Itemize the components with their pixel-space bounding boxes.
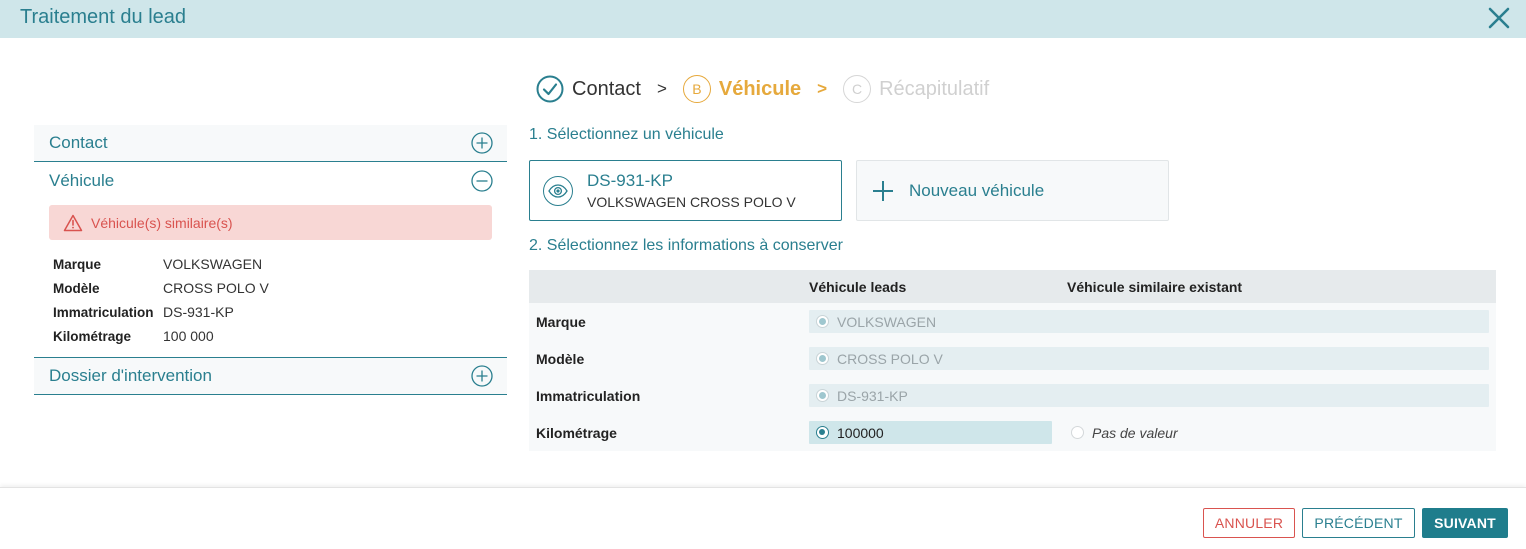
warning-icon — [63, 214, 83, 231]
info-label: Modèle — [53, 280, 100, 296]
step-label: Véhicule — [718, 77, 802, 100]
lead-option-immatriculation: DS-931-KP — [809, 384, 1489, 407]
row-label: Modèle — [536, 350, 585, 367]
alert-text: Véhicule(s) similaire(s) — [91, 214, 233, 231]
accordion-contact[interactable]: Contact — [34, 125, 507, 162]
step-separator: > — [656, 79, 667, 98]
step-letter: B — [682, 75, 711, 103]
cancel-button[interactable]: ANNULER — [1203, 508, 1295, 538]
info-row: Immatriculation DS-931-KP — [49, 300, 492, 324]
row-label: Marque — [536, 313, 586, 330]
minus-circle-icon[interactable] — [471, 169, 493, 192]
vehicle-plate: DS-931-KP — [587, 171, 673, 190]
existing-option-kilometrage[interactable]: Pas de valeur — [1071, 425, 1178, 441]
plus-circle-icon[interactable] — [471, 365, 493, 387]
new-vehicle-button[interactable]: Nouveau véhicule — [856, 160, 1169, 221]
plus-icon — [873, 180, 893, 201]
selected-vehicle-card[interactable]: DS-931-KP VOLKSWAGEN CROSS POLO V — [529, 160, 842, 221]
new-vehicle-label: Nouveau véhicule — [909, 180, 1045, 200]
table-header: Véhicule leads Véhicule similaire exista… — [529, 270, 1496, 303]
radio-selected-icon[interactable] — [816, 426, 829, 439]
column-header: Véhicule leads — [809, 278, 907, 295]
check-circle-icon — [536, 75, 564, 103]
option-value: VOLKSWAGEN — [837, 313, 937, 330]
previous-button[interactable]: PRÉCÉDENT — [1302, 508, 1415, 538]
radio-icon — [816, 315, 829, 328]
step2-title: 2. Sélectionnez les informations à conse… — [529, 237, 843, 254]
stepper: Contact > B Véhicule > C Récapitulatif — [536, 74, 989, 104]
table-row: Modèle CROSS POLO V — [529, 340, 1496, 377]
option-value: Pas de valeur — [1092, 424, 1178, 441]
accordion-vehicule[interactable]: Véhicule — [34, 162, 507, 199]
step-contact[interactable]: Contact — [536, 75, 641, 103]
eye-icon[interactable] — [543, 175, 573, 206]
info-row: Kilométrage 100 000 — [49, 324, 492, 348]
row-label: Kilométrage — [536, 424, 617, 441]
similar-vehicle-alert: Véhicule(s) similaire(s) — [49, 205, 492, 240]
info-value: 100 000 — [163, 328, 214, 344]
plus-circle-icon[interactable] — [471, 132, 493, 154]
row-label: Immatriculation — [536, 387, 641, 404]
option-value: CROSS POLO V — [837, 350, 943, 367]
radio-icon — [816, 352, 829, 365]
accordion-title: Contact — [49, 133, 108, 152]
step-vehicule[interactable]: B Véhicule — [682, 75, 802, 103]
table-row: Immatriculation DS-931-KP — [529, 377, 1496, 414]
step-letter: C — [843, 75, 872, 103]
info-row: Modèle CROSS POLO V — [49, 276, 492, 300]
info-value: CROSS POLO V — [163, 280, 269, 296]
vehicle-model: VOLKSWAGEN CROSS POLO V — [587, 194, 796, 210]
info-value: VOLKSWAGEN — [163, 256, 263, 272]
radio-unselected-icon[interactable] — [1071, 426, 1084, 439]
lead-option-modele: CROSS POLO V — [809, 347, 1489, 370]
step1-title: 1. Sélectionnez un véhicule — [529, 126, 724, 143]
step-recapitulatif[interactable]: C Récapitulatif — [843, 75, 989, 103]
info-row: Marque VOLKSWAGEN — [49, 252, 492, 276]
lead-option-marque: VOLKSWAGEN — [809, 310, 1489, 333]
radio-icon — [816, 389, 829, 402]
comparison-table: Véhicule leads Véhicule similaire exista… — [529, 270, 1496, 451]
info-label: Kilométrage — [53, 328, 132, 344]
table-row: Marque VOLKSWAGEN — [529, 303, 1496, 340]
dialog-header: Traitement du lead — [0, 0, 1526, 38]
column-header: Véhicule similaire existant — [1067, 278, 1243, 295]
accordion-title: Dossier d'intervention — [49, 366, 212, 385]
close-icon[interactable] — [1486, 5, 1512, 31]
table-row: Kilométrage 100000 Pas de valeur — [529, 414, 1496, 451]
step-label: Récapitulatif — [879, 77, 990, 100]
dialog-footer: ANNULER PRÉCÉDENT SUIVANT — [0, 487, 1526, 549]
step-label: Contact — [572, 77, 641, 100]
accordion-title: Véhicule — [49, 170, 115, 190]
next-button[interactable]: SUIVANT — [1422, 508, 1508, 538]
vehicule-details: Véhicule(s) similaire(s) Marque VOLKSWAG… — [34, 199, 507, 358]
info-label: Immatriculation — [53, 304, 154, 320]
summary-accordion: Contact Véhicule Véhicule(s) similaire(s… — [34, 125, 507, 395]
option-value: DS-931-KP — [837, 387, 908, 404]
dialog-title: Traitement du lead — [20, 6, 187, 28]
accordion-dossier[interactable]: Dossier d'intervention — [34, 358, 507, 395]
step-separator: > — [817, 79, 828, 98]
lead-option-kilometrage[interactable]: 100000 — [809, 421, 1052, 444]
option-value: 100000 — [837, 424, 884, 441]
info-value: DS-931-KP — [163, 304, 234, 320]
info-label: Marque — [53, 256, 102, 272]
